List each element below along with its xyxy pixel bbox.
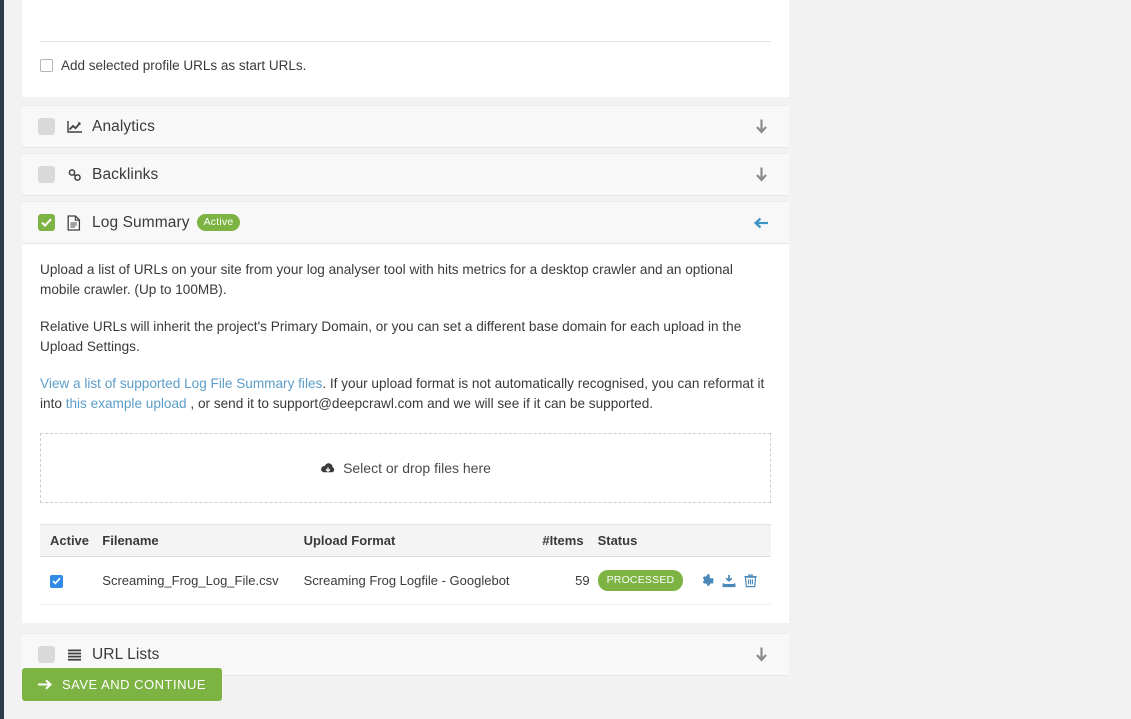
line-chart-icon	[67, 120, 85, 134]
col-status: Status	[597, 524, 700, 557]
cloud-upload-icon	[320, 462, 336, 475]
status-badge: Active	[196, 214, 241, 231]
arrow-right-icon	[38, 678, 53, 691]
row-actions-cell	[699, 556, 771, 605]
arrow-left-icon[interactable]	[752, 215, 769, 230]
trash-icon[interactable]	[744, 573, 757, 588]
analytics-checkbox[interactable]	[38, 118, 55, 135]
url-lists-label: URL Lists	[92, 645, 160, 663]
paragraph-3-end: , or send it to support@deepcrawl.com an…	[186, 396, 654, 411]
divider	[40, 41, 771, 42]
col-items: #Items	[537, 524, 598, 557]
log-summary-body: Upload a list of URLs on your site from …	[22, 244, 789, 623]
analytics-label: Analytics	[92, 117, 155, 135]
left-gutter	[4, 0, 22, 719]
row-status-cell: PROCESSED	[597, 556, 700, 605]
add-profile-urls-checkbox-row[interactable]: Add selected profile URLs as start URLs.	[40, 58, 306, 73]
col-filename: Filename	[102, 524, 304, 557]
uploaded-files-table: Active Filename Upload Format #Items Sta…	[40, 524, 771, 605]
status-badge: PROCESSED	[597, 570, 684, 591]
col-actions	[699, 524, 771, 557]
row-active-cell	[40, 556, 103, 605]
row-items: 59	[537, 556, 598, 605]
col-active: Active	[40, 524, 103, 557]
row-upload-format: Screaming Frog Logfile - Googlebot	[303, 556, 538, 605]
supported-files-link[interactable]: View a list of supported Log File Summar…	[40, 376, 322, 391]
profile-urls-panel: Add selected profile URLs as start URLs.	[22, 0, 789, 97]
download-icon[interactable]	[722, 574, 736, 588]
main-column: Add selected profile URLs as start URLs.…	[22, 0, 789, 676]
backlinks-checkbox[interactable]	[38, 166, 55, 183]
log-summary-paragraph-3: View a list of supported Log File Summar…	[40, 374, 771, 414]
sidebar-item-analytics[interactable]: Analytics	[22, 105, 789, 148]
col-upload-format: Upload Format	[303, 524, 538, 557]
dropzone-label: Select or drop files here	[343, 460, 491, 476]
row-active-checkbox[interactable]	[50, 574, 63, 588]
log-summary-paragraph-1: Upload a list of URLs on your site from …	[40, 262, 733, 297]
arrow-down-icon[interactable]	[754, 118, 769, 135]
log-summary-paragraph-2: Relative URLs will inherit the project's…	[40, 319, 742, 354]
checkbox-unchecked-icon[interactable]	[40, 59, 53, 72]
arrow-down-icon[interactable]	[754, 646, 769, 663]
sidebar-item-backlinks[interactable]: Backlinks	[22, 153, 789, 196]
arrow-down-icon[interactable]	[754, 166, 769, 183]
row-filename: Screaming_Frog_Log_File.csv	[102, 556, 304, 605]
log-summary-checkbox[interactable]	[38, 214, 55, 231]
file-dropzone[interactable]: Select or drop files here	[40, 433, 771, 503]
backlinks-label: Backlinks	[92, 165, 159, 183]
file-document-icon	[67, 214, 85, 231]
table-row: Screaming_Frog_Log_File.csv Screaming Fr…	[40, 556, 771, 605]
page-root: Add selected profile URLs as start URLs.…	[0, 0, 1131, 719]
save-button-label: SAVE AND CONTINUE	[62, 677, 207, 692]
list-icon	[67, 648, 85, 662]
table-header-row: Active Filename Upload Format #Items Sta…	[40, 524, 771, 557]
sidebar-item-log-summary[interactable]: Log Summary Active	[22, 201, 789, 244]
example-upload-link[interactable]: this example upload	[66, 396, 187, 411]
url-lists-checkbox[interactable]	[38, 646, 55, 663]
link-chain-icon	[67, 168, 85, 182]
add-profile-urls-label: Add selected profile URLs as start URLs.	[61, 58, 307, 73]
gear-icon[interactable]	[700, 573, 714, 588]
log-summary-label: Log Summary	[92, 213, 190, 231]
save-and-continue-button[interactable]: SAVE AND CONTINUE	[22, 668, 223, 701]
